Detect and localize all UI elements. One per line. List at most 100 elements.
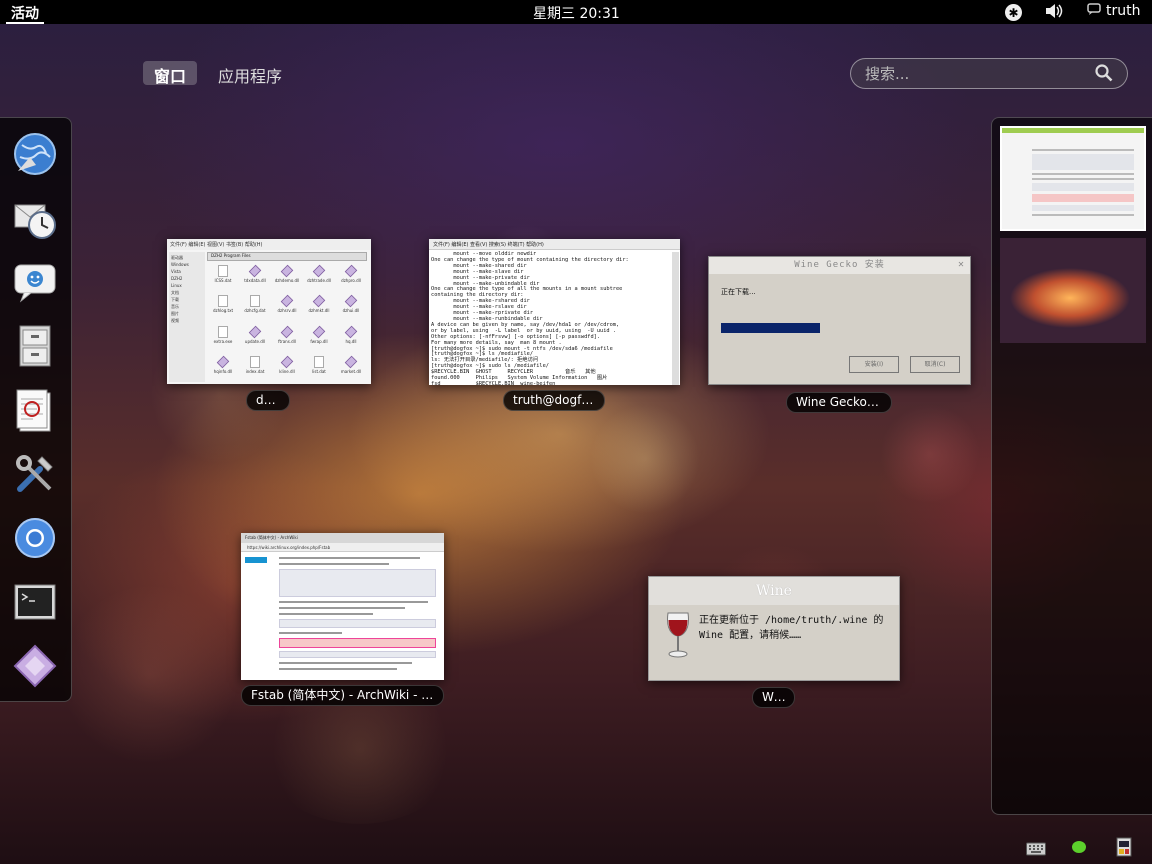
file-item[interactable]: index.dat (241, 355, 269, 382)
file-icon (218, 325, 228, 338)
file-item[interactable]: fwrap.dll (305, 325, 333, 352)
file-name: dzhui.dll (342, 308, 360, 314)
workspace-2-thumbnail[interactable] (1000, 238, 1146, 343)
wiki-content (279, 553, 436, 678)
gecko-progress-fill (721, 323, 821, 333)
user-name: truth (1106, 3, 1141, 19)
window-terminal[interactable]: 文件(F) 编辑(E) 查看(V) 搜索(S) 终端(T) 帮助(H) moun… (429, 239, 680, 385)
file-item[interactable]: hq.dll (337, 325, 365, 352)
view-selector: 窗口 应用程序 (143, 61, 293, 86)
keyboard-icon[interactable] (1026, 840, 1046, 856)
tab-windows[interactable]: 窗口 (143, 61, 198, 86)
file-icon (312, 295, 326, 308)
system-monitor-icon[interactable] (1115, 837, 1134, 858)
file-icon (218, 265, 228, 277)
file-name: tdxdata.dll (244, 278, 266, 283)
file-name: update.dll (244, 338, 266, 344)
search-input[interactable]: 搜索... (850, 58, 1128, 89)
sidebar-item: Windows (171, 262, 189, 267)
file-name: dzhpro.dll (341, 278, 361, 283)
window-dzh2[interactable]: 文件(F) 编辑(E) 视图(V) 书签(B) 帮助(H) 驱动器 Window… (167, 239, 371, 384)
accessibility-icon[interactable]: ✱ (1005, 4, 1022, 21)
file-icon (344, 295, 358, 308)
workspace-1-thumbnail[interactable] (1000, 126, 1146, 231)
wine-message: 正在更新位于 /home/truth/.wine 的 Wine 配置，请稍候…… (699, 615, 884, 641)
gecko-install-button[interactable]: 安装(I) (849, 356, 899, 373)
gecko-cancel-button[interactable]: 取消(C) (910, 356, 960, 373)
file-name: dzhsrv.dll (277, 308, 297, 314)
close-icon[interactable]: ✕ (956, 260, 966, 270)
window-wine-gecko[interactable]: Wine Gecko 安装 ✕ 正在下载... 安装(I) 取消(C) (708, 256, 971, 385)
window-archwiki-chromium[interactable]: Fstab (简体中文) - ArchWiki https://wiki.arc… (241, 533, 444, 680)
file-item[interactable]: ftrans.dll (273, 325, 301, 352)
file-name: kline.dll (279, 368, 295, 374)
file-icon (250, 295, 260, 308)
chat-icon[interactable] (11, 258, 59, 306)
workspace-thumbnails (991, 117, 1152, 815)
file-name: ICSS.dat (214, 278, 232, 283)
file-name: ftrans.dll (278, 338, 296, 344)
sidebar-item: DZH2 (171, 276, 183, 281)
window-wine[interactable]: Wine 正在更新位于 /home/truth/.wine 的 Wine 配置，… (648, 576, 900, 681)
window-caption-wine-gecko[interactable]: Wine Gecko 安装 (786, 392, 892, 413)
file-icon (248, 325, 262, 338)
sidebar-item: 文档 (171, 290, 179, 295)
sidebar-item: Linux (171, 283, 182, 288)
activities-button[interactable]: 活动 (0, 0, 50, 24)
mail-clock-icon[interactable] (11, 194, 59, 242)
file-item[interactable]: dzhcfg.dat (241, 295, 269, 321)
file-item[interactable]: list.dat (305, 355, 333, 382)
sidebar-item: Vista (171, 269, 181, 274)
wine-diamond-icon[interactable] (11, 642, 59, 690)
file-item[interactable]: ICSS.dat (209, 265, 237, 291)
file-item[interactable]: dzhdemo.dll (273, 264, 301, 291)
file-item[interactable]: dzhmkt.dll (305, 295, 333, 321)
file-name: hq.dll (345, 338, 357, 344)
window-caption-archwiki[interactable]: Fstab (简体中文) - ArchWiki - Chromium (241, 685, 444, 706)
chromium-icon[interactable] (11, 514, 59, 562)
terminal-icon[interactable] (11, 578, 59, 626)
terminal-line: fsd $RECYCLE.BIN wine-beifen (431, 380, 556, 385)
window-caption-dzh2[interactable]: dzh2 (246, 390, 290, 411)
terminal-output: mount --move olddir newdir One can change… (431, 251, 670, 385)
settings-tools-icon[interactable] (11, 450, 59, 498)
dzh2-sidebar: 驱动器 Windows Vista DZH2 Linux 文档 下载 音乐 图片… (169, 252, 205, 382)
file-item[interactable]: hqinfo.dll (209, 355, 237, 382)
search-placeholder: 搜索... (865, 65, 910, 83)
file-name: hqinfo.dll (213, 368, 233, 374)
file-name: dzhcfg.dat (244, 308, 266, 314)
document-editor-icon[interactable] (11, 386, 59, 434)
gecko-message: 正在下载... (721, 288, 756, 296)
sidebar-item: 下载 (171, 297, 179, 302)
file-icon (280, 325, 294, 338)
file-name: extra.exe (213, 338, 233, 344)
clock[interactable]: 星期三 20:31 (533, 3, 620, 23)
overview-background (0, 24, 1152, 864)
file-icon (280, 264, 294, 278)
wiki-tab: Fstab (简体中文) - ArchWiki (241, 533, 444, 543)
window-caption-terminal[interactable]: truth@dogfox:~ (503, 390, 605, 411)
file-icon (312, 325, 326, 338)
file-item[interactable]: dzhui.dll (337, 295, 365, 321)
file-item[interactable]: extra.exe (209, 325, 237, 352)
file-item[interactable]: tdxdata.dll (241, 264, 269, 291)
file-item[interactable]: market.dll (337, 355, 365, 382)
top-panel: 活动 星期三 20:31 ✱ truth (0, 0, 1152, 24)
file-name: market.dll (340, 368, 362, 374)
file-item[interactable]: update.dll (241, 325, 269, 352)
gecko-progress-bar (721, 323, 881, 333)
file-cabinet-icon[interactable] (11, 322, 59, 370)
gecko-title: Wine Gecko 安装 (709, 257, 970, 274)
dzh2-file-grid: ICSS.dat tdxdata.dll dzhdemo.dll dzhtrade.d… (209, 264, 365, 382)
file-item[interactable]: dzhpro.dll (337, 264, 365, 291)
browser-globe-icon[interactable] (11, 130, 59, 178)
window-caption-wine[interactable]: Wine (752, 687, 795, 708)
file-item[interactable]: dzhsrv.dll (273, 295, 301, 321)
file-item[interactable]: dzhtrade.dll (305, 264, 333, 291)
file-item[interactable]: dzhlog.txt (209, 295, 237, 321)
tab-applications[interactable]: 应用程序 (207, 61, 293, 86)
user-menu[interactable]: truth (1087, 3, 1140, 19)
file-item[interactable]: kline.dll (273, 355, 301, 382)
status-green-icon[interactable] (1072, 841, 1086, 853)
volume-icon[interactable] (1045, 3, 1063, 23)
